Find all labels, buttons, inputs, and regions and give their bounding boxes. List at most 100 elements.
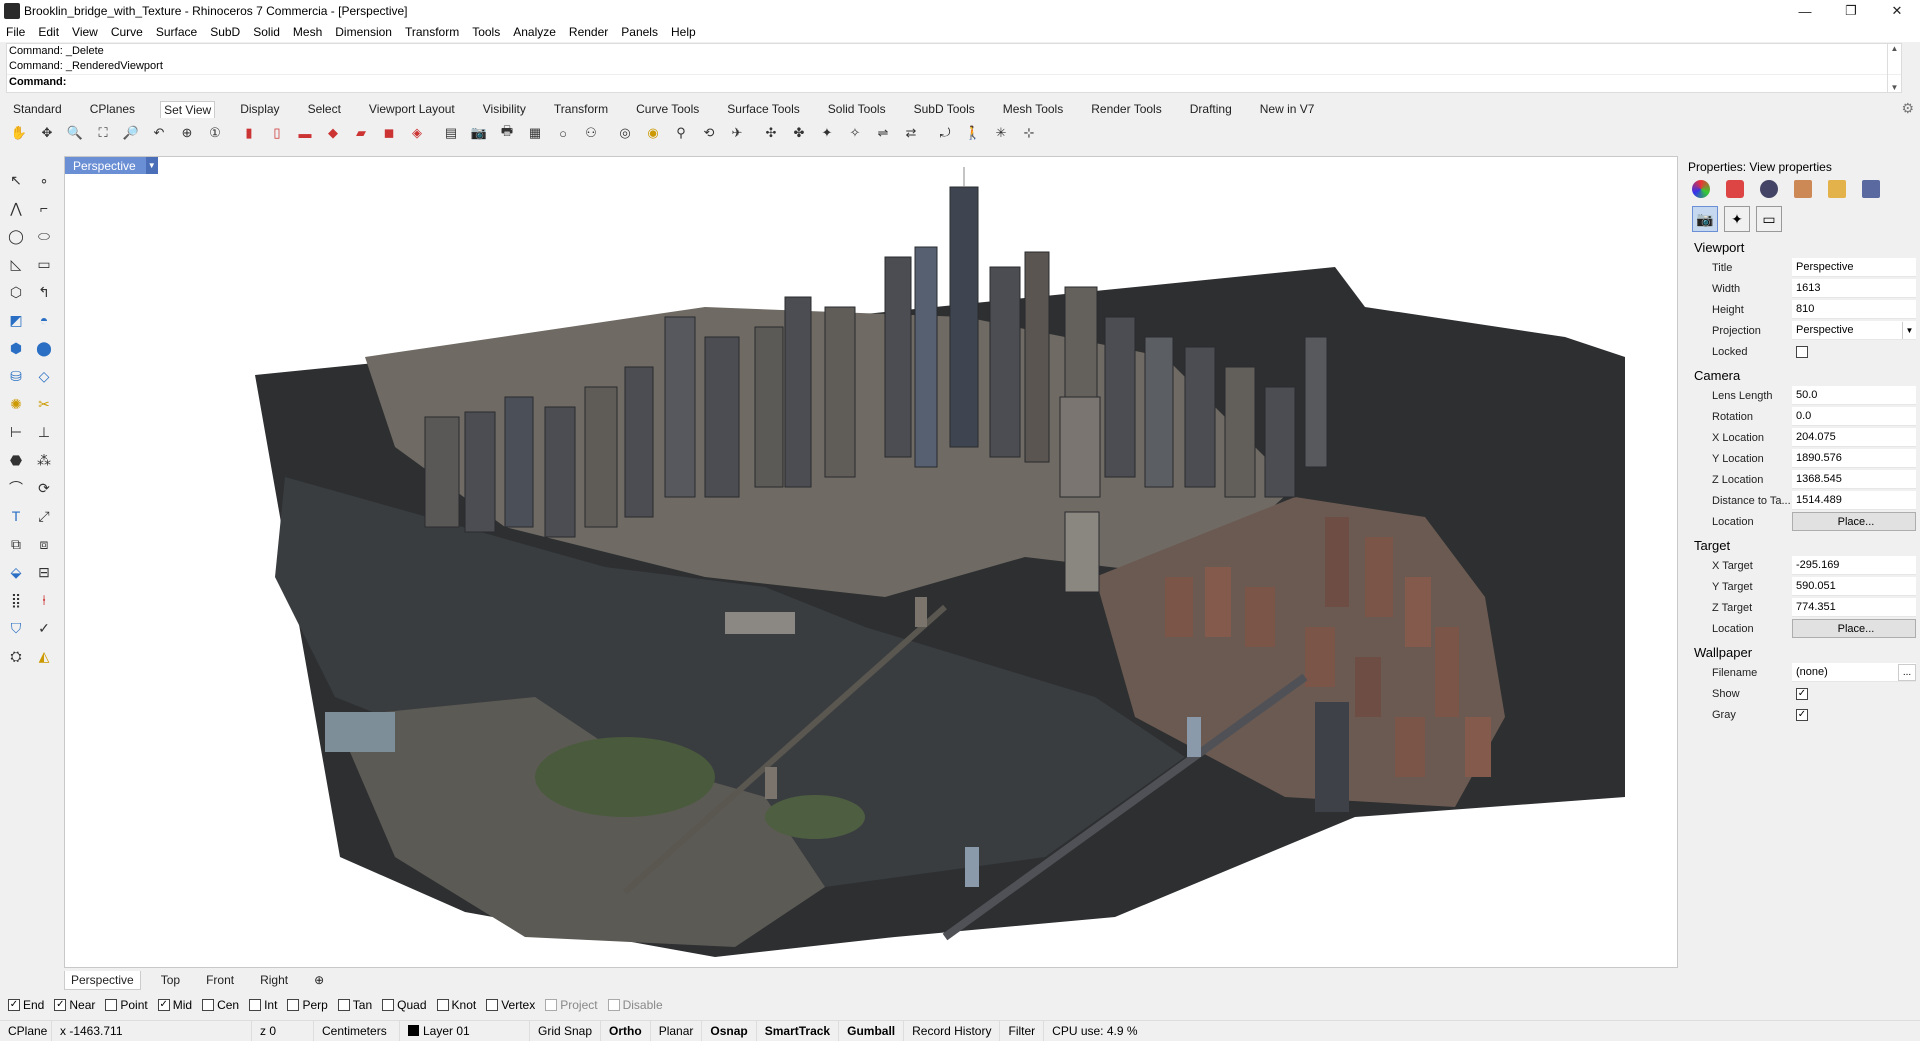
menu-edit[interactable]: Edit: [38, 25, 59, 39]
move-icon[interactable]: ⧉: [4, 532, 28, 556]
group-icon[interactable]: ⬣: [4, 448, 28, 472]
box-icon[interactable]: ⬢: [4, 336, 28, 360]
tab-drafting[interactable]: Drafting: [1187, 101, 1235, 117]
zoom-selected-icon[interactable]: ⊕: [176, 122, 198, 144]
filter-toggle[interactable]: Filter: [1000, 1020, 1045, 1041]
gumball-toggle[interactable]: Gumball: [839, 1020, 905, 1041]
cylinder-icon[interactable]: ⛁: [4, 364, 28, 388]
osnap-checkbox[interactable]: [382, 999, 395, 1011]
osnap-cen[interactable]: Cen: [202, 998, 239, 1012]
fillet-curve-icon[interactable]: ↰: [32, 280, 56, 304]
scroll-down-icon[interactable]: ▼: [1891, 83, 1899, 92]
explode-icon[interactable]: ✺: [4, 392, 28, 416]
command-scrollbar[interactable]: ▲ ▼: [1887, 44, 1901, 92]
material-icon[interactable]: [1726, 180, 1744, 198]
command-prompt-input[interactable]: Command:: [7, 74, 1901, 89]
menu-panels[interactable]: Panels: [621, 25, 658, 39]
osnap-checkbox[interactable]: ✓: [54, 999, 67, 1011]
offset-icon[interactable]: ⟳: [32, 476, 56, 500]
close-button[interactable]: ✕: [1874, 0, 1920, 22]
tab-subd-tools[interactable]: SubD Tools: [911, 101, 978, 117]
menu-analyze[interactable]: Analyze: [513, 25, 556, 39]
join-icon[interactable]: ⊢: [4, 420, 28, 444]
arc-icon[interactable]: ◺: [4, 252, 28, 276]
mesh-icon[interactable]: ◇: [32, 364, 56, 388]
rectangle-icon[interactable]: ▭: [32, 252, 56, 276]
check-icon[interactable]: ✓: [32, 616, 56, 640]
minimize-button[interactable]: —: [1782, 0, 1828, 22]
fillet-icon[interactable]: ⌒: [4, 476, 28, 500]
osnap-disable[interactable]: Disable: [607, 998, 663, 1012]
record-history-toggle[interactable]: Record History: [904, 1020, 1001, 1041]
width-field[interactable]: 1613: [1792, 279, 1916, 298]
viewport-frame-icon[interactable]: ▭: [1756, 206, 1782, 232]
osnap-vertex[interactable]: Vertex: [486, 998, 535, 1012]
gray-checkbox[interactable]: ✓: [1796, 708, 1808, 721]
units-indicator[interactable]: Centimeters: [314, 1020, 400, 1041]
curve-cv-icon[interactable]: ⌐: [32, 196, 56, 220]
tilt-icon[interactable]: ✦: [816, 122, 838, 144]
extrude-surface-icon[interactable]: ◓: [32, 308, 56, 332]
target-place-button[interactable]: Place...: [1792, 619, 1916, 638]
menu-mesh[interactable]: Mesh: [293, 25, 322, 39]
tab-display[interactable]: Display: [237, 101, 282, 117]
select-arrow-icon[interactable]: ↖: [4, 168, 28, 192]
sun-icon[interactable]: ✧: [844, 122, 866, 144]
polygon-icon[interactable]: ⬡: [4, 280, 28, 304]
tab-solid-tools[interactable]: Solid Tools: [825, 101, 889, 117]
points-on-icon[interactable]: ⁂: [32, 448, 56, 472]
menu-dimension[interactable]: Dimension: [335, 25, 392, 39]
osnap-knot[interactable]: Knot: [436, 998, 476, 1012]
title-field[interactable]: Perspective: [1792, 258, 1916, 277]
menu-subd[interactable]: SubD: [210, 25, 240, 39]
tab-standard[interactable]: Standard: [10, 101, 65, 117]
osnap-checkbox[interactable]: [249, 999, 262, 1011]
viewport-tab-front[interactable]: Front: [200, 971, 240, 989]
osnap-checkbox[interactable]: [287, 999, 300, 1011]
surface-icon[interactable]: ◩: [4, 308, 28, 332]
z-location-field[interactable]: 1368.545: [1792, 470, 1916, 489]
plan-view-icon[interactable]: ▦: [524, 122, 546, 144]
object-color-icon[interactable]: [1692, 180, 1710, 198]
zoom-1to1-icon[interactable]: ①: [204, 122, 226, 144]
gear-icon[interactable]: ⚙: [1901, 100, 1914, 117]
ellipse-icon[interactable]: ⬭: [32, 224, 56, 248]
y-location-field[interactable]: 1890.576: [1792, 449, 1916, 468]
target-yellow-icon[interactable]: ◉: [642, 122, 664, 144]
render-icon[interactable]: [1760, 180, 1778, 198]
maximize-button[interactable]: ❐: [1828, 0, 1874, 22]
osnap-checkbox[interactable]: [202, 999, 215, 1011]
grid-snap-toggle[interactable]: Grid Snap: [530, 1020, 602, 1041]
tab-set-view[interactable]: Set View: [160, 100, 216, 118]
tab-transform[interactable]: Transform: [551, 101, 611, 117]
point-icon[interactable]: ∘: [32, 168, 56, 192]
perspective-viewport[interactable]: Perspective ▼: [64, 156, 1678, 968]
split-icon[interactable]: ⊥: [32, 420, 56, 444]
osnap-checkbox[interactable]: [436, 999, 449, 1011]
tab-new-in-v7[interactable]: New in V7: [1257, 101, 1318, 117]
locked-checkbox[interactable]: [1796, 345, 1808, 358]
tab-surface-tools[interactable]: Surface Tools: [724, 101, 803, 117]
osnap-checkbox[interactable]: [105, 999, 118, 1011]
osnap-tan[interactable]: Tan: [337, 998, 372, 1012]
ruler-icon[interactable]: ⊟: [32, 560, 56, 584]
show-checkbox[interactable]: ✓: [1796, 687, 1808, 700]
sphere-view-icon[interactable]: ○: [552, 122, 574, 144]
boolean-icon[interactable]: ⬤: [32, 336, 56, 360]
shaded-view-icon[interactable]: ▯: [266, 122, 288, 144]
walkabout-icon[interactable]: 🚶: [962, 122, 984, 144]
pan-hand-icon[interactable]: ✋: [8, 122, 30, 144]
walk-icon[interactable]: ✈: [726, 122, 748, 144]
car-front-view-icon[interactable]: ◆: [322, 122, 344, 144]
projection-select[interactable]: Perspective ▼: [1792, 321, 1916, 340]
crosshair-icon[interactable]: ⊹: [1018, 122, 1040, 144]
light-icon[interactable]: ✳: [990, 122, 1012, 144]
osnap-mid[interactable]: ✓ Mid: [157, 998, 192, 1012]
osnap-checkbox[interactable]: [337, 999, 350, 1011]
copy-icon[interactable]: ⧈: [32, 532, 56, 556]
menu-solid[interactable]: Solid: [253, 25, 280, 39]
swivel-icon[interactable]: ⇄: [900, 122, 922, 144]
menu-view[interactable]: View: [72, 25, 98, 39]
x-target-field[interactable]: -295.169: [1792, 556, 1916, 575]
browse-button[interactable]: ...: [1898, 663, 1916, 681]
